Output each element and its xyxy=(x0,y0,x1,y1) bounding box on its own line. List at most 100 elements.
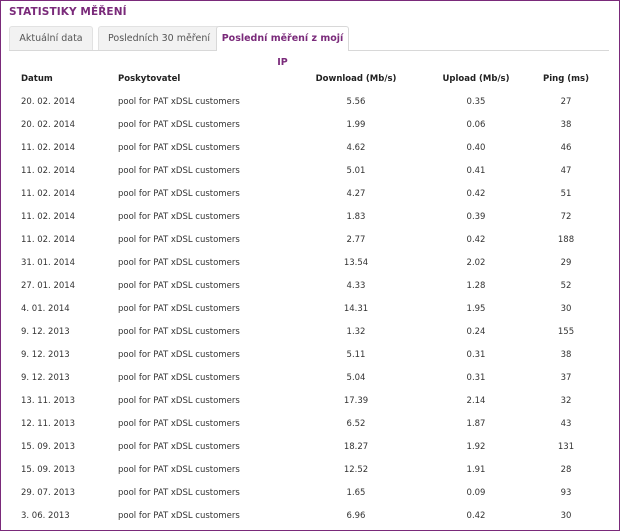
cell-ping: 47 xyxy=(560,166,572,176)
table-row: 15. 09. 2013 pool for PAT xDSL customers 1… xyxy=(1,433,619,456)
table-row: 11. 02. 2014 pool for PAT xDSL customers 2… xyxy=(1,226,619,249)
cell-provider: pool for PAT xDSL customers xyxy=(118,304,240,314)
table-row: 3. 06. 2013 pool for PAT xDSL customers 6.… xyxy=(1,502,619,525)
cell-ping: 37 xyxy=(560,373,572,383)
cell-upload: 0.41 xyxy=(466,166,486,176)
cell-download: 5.11 xyxy=(346,350,366,360)
column-header-provider: Poskytovatel xyxy=(118,74,181,84)
cell-upload: 2.02 xyxy=(466,258,486,268)
cell-download: 1.32 xyxy=(346,327,366,337)
column-header-ping: Ping (ms) xyxy=(543,74,589,84)
column-header-upload: Upload (Mb/s) xyxy=(442,74,510,84)
column-header-date: Datum xyxy=(21,74,53,84)
tab-bar: Aktuální data Posledních 30 měření Posle… xyxy=(9,26,609,68)
table-row: 29. 07. 2013 pool for PAT xDSL customers 1… xyxy=(1,479,619,502)
cell-date: 11. 02. 2014 xyxy=(21,143,76,153)
cell-download: 4.33 xyxy=(346,281,366,291)
statistics-panel: STATISTIKY MĚŘENÍ Aktuální data Poslední… xyxy=(0,0,620,531)
cell-date: 4. 01. 2014 xyxy=(21,304,70,314)
cell-date: 27. 01. 2014 xyxy=(21,281,76,291)
cell-ping: 29 xyxy=(560,258,572,268)
cell-date: 13. 11. 2013 xyxy=(21,396,76,406)
cell-download: 5.04 xyxy=(346,373,366,383)
cell-download: 4.62 xyxy=(346,143,366,153)
cell-ping: 38 xyxy=(560,120,572,130)
tab-current-data[interactable]: Aktuální data xyxy=(9,26,93,50)
table-row: 4. 01. 2014 pool for PAT xDSL customers 14… xyxy=(1,295,619,318)
cell-upload: 1.95 xyxy=(466,304,486,314)
cell-upload: 0.42 xyxy=(466,511,486,521)
cell-download: 6.52 xyxy=(346,419,366,429)
cell-provider: pool for PAT xDSL customers xyxy=(118,281,240,291)
cell-date: 15. 09. 2013 xyxy=(21,442,76,452)
section-title: STATISTIKY MĚŘENÍ xyxy=(9,6,127,18)
tab-last-measurements-my-ip[interactable]: Poslední měření z mojí IP xyxy=(216,26,349,68)
table-row: 11. 02. 2014 pool for PAT xDSL customers 1… xyxy=(1,203,619,226)
cell-provider: pool for PAT xDSL customers xyxy=(118,442,240,452)
cell-date: 31. 01. 2014 xyxy=(21,258,76,268)
cell-provider: pool for PAT xDSL customers xyxy=(118,373,240,383)
cell-date: 9. 12. 2013 xyxy=(21,373,70,383)
cell-upload: 0.40 xyxy=(466,143,486,153)
cell-provider: pool for PAT xDSL customers xyxy=(118,396,240,406)
cell-upload: 1.92 xyxy=(466,442,486,452)
cell-date: 12. 11. 2013 xyxy=(21,419,76,429)
table-body: 20. 02. 2014 pool for PAT xDSL customers 5… xyxy=(1,88,619,525)
cell-date: 11. 02. 2014 xyxy=(21,166,76,176)
table-row: 9. 12. 2013 pool for PAT xDSL customers 5.… xyxy=(1,341,619,364)
cell-ping: 131 xyxy=(557,442,575,452)
cell-download: 13.54 xyxy=(343,258,369,268)
cell-upload: 0.42 xyxy=(466,235,486,245)
cell-provider: pool for PAT xDSL customers xyxy=(118,419,240,429)
table-row: 31. 01. 2014 pool for PAT xDSL customers 1… xyxy=(1,249,619,272)
cell-ping: 38 xyxy=(560,350,572,360)
cell-ping: 188 xyxy=(557,235,575,245)
table-row: 9. 12. 2013 pool for PAT xDSL customers 5.… xyxy=(1,364,619,387)
cell-upload: 0.31 xyxy=(466,350,486,360)
table-row: 9. 12. 2013 pool for PAT xDSL customers 1.… xyxy=(1,318,619,341)
cell-ping: 28 xyxy=(560,465,572,475)
cell-date: 20. 02. 2014 xyxy=(21,120,76,130)
cell-date: 29. 07. 2013 xyxy=(21,488,76,498)
cell-date: 9. 12. 2013 xyxy=(21,350,70,360)
cell-download: 6.96 xyxy=(346,511,366,521)
cell-provider: pool for PAT xDSL customers xyxy=(118,120,240,130)
cell-download: 12.52 xyxy=(343,465,369,475)
cell-upload: 0.06 xyxy=(466,120,486,130)
cell-date: 20. 02. 2014 xyxy=(21,97,76,107)
cell-ping: 155 xyxy=(557,327,575,337)
tab-last-30-measurements[interactable]: Posledních 30 měření xyxy=(98,26,220,50)
table-header-row: Datum Poskytovatel Download (Mb/s) Uploa… xyxy=(1,61,619,88)
cell-upload: 2.14 xyxy=(466,396,486,406)
cell-provider: pool for PAT xDSL customers xyxy=(118,511,240,521)
cell-provider: pool for PAT xDSL customers xyxy=(118,235,240,245)
cell-date: 11. 02. 2014 xyxy=(21,212,76,222)
table-row: 27. 01. 2014 pool for PAT xDSL customers 4… xyxy=(1,272,619,295)
cell-download: 1.83 xyxy=(346,212,366,222)
cell-provider: pool for PAT xDSL customers xyxy=(118,97,240,107)
cell-provider: pool for PAT xDSL customers xyxy=(118,189,240,199)
cell-ping: 46 xyxy=(560,143,572,153)
table-row: 20. 02. 2014 pool for PAT xDSL customers 5… xyxy=(1,88,619,111)
cell-upload: 0.24 xyxy=(466,327,486,337)
cell-download: 2.77 xyxy=(346,235,366,245)
results-table: Datum Poskytovatel Download (Mb/s) Uploa… xyxy=(1,61,619,525)
table-row: 11. 02. 2014 pool for PAT xDSL customers 4… xyxy=(1,134,619,157)
cell-provider: pool for PAT xDSL customers xyxy=(118,166,240,176)
cell-ping: 32 xyxy=(560,396,572,406)
cell-upload: 0.31 xyxy=(466,373,486,383)
cell-ping: 52 xyxy=(560,281,572,291)
cell-ping: 27 xyxy=(560,97,572,107)
cell-date: 3. 06. 2013 xyxy=(21,511,70,521)
cell-download: 4.27 xyxy=(346,189,366,199)
cell-ping: 72 xyxy=(560,212,572,222)
cell-provider: pool for PAT xDSL customers xyxy=(118,327,240,337)
cell-upload: 0.42 xyxy=(466,189,486,199)
cell-download: 14.31 xyxy=(343,304,369,314)
table-row: 11. 02. 2014 pool for PAT xDSL customers 4… xyxy=(1,180,619,203)
column-header-download: Download (Mb/s) xyxy=(315,74,397,84)
cell-download: 5.56 xyxy=(346,97,366,107)
table-row: 15. 09. 2013 pool for PAT xDSL customers 1… xyxy=(1,456,619,479)
cell-upload: 1.87 xyxy=(466,419,486,429)
cell-date: 11. 02. 2014 xyxy=(21,189,76,199)
